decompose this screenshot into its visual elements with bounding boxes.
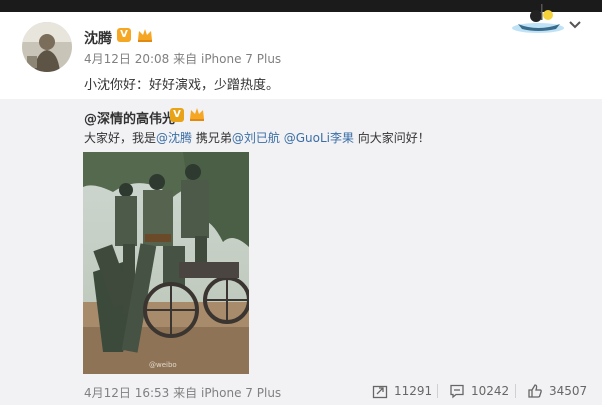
- post-meta: 4月12日 20:08 来自 iPhone 7 Plus: [84, 50, 281, 67]
- comment-button[interactable]: 10242: [449, 382, 509, 400]
- comment-count: 10242: [471, 384, 510, 398]
- like-button[interactable]: 34507: [527, 382, 587, 400]
- repost-text-suffix: 向大家问好！: [353, 131, 430, 145]
- mention-link-2[interactable]: @刘已航: [232, 131, 280, 145]
- mention-link-3[interactable]: @GuoLi李果: [284, 131, 354, 145]
- post-text: 小沈你好：好好演戏，少蹭热度。: [84, 78, 280, 93]
- repost-meta: 4月12日 16:53 来自 iPhone 7 Plus: [84, 384, 281, 401]
- repost-text: 大家好，我是@沈腾 携兄弟@刘已航 @GuoLi李果 向大家问好！: [84, 129, 430, 146]
- repost-icon: [372, 385, 388, 399]
- like-icon: [528, 384, 542, 398]
- repost-via: 来自: [173, 386, 198, 400]
- mention-link-1[interactable]: @沈腾: [156, 131, 192, 145]
- repost-author-name[interactable]: @深情的高伟光: [84, 108, 175, 127]
- action-divider: [515, 384, 516, 398]
- action-divider: [437, 384, 438, 398]
- repost-count: 11291: [394, 384, 433, 398]
- verified-icon: V: [117, 28, 131, 42]
- post-device[interactable]: iPhone 7 Plus: [201, 52, 281, 66]
- post-time[interactable]: 4月12日 20:08: [84, 52, 169, 66]
- repost-photo[interactable]: @weibo: [83, 152, 249, 374]
- chevron-down-icon[interactable]: [568, 20, 582, 30]
- repost-crown-icon: [190, 108, 204, 121]
- post-via: 来自: [173, 52, 198, 66]
- crown-icon: [138, 29, 152, 42]
- repost-verified-icon: V: [170, 108, 184, 122]
- svg-text:@weibo: @weibo: [149, 361, 177, 369]
- repost-text-mid: 携兄弟: [192, 131, 232, 145]
- like-count: 34507: [549, 384, 588, 398]
- boat-decoration-icon: [512, 4, 564, 33]
- comment-icon: [450, 384, 464, 399]
- repost-device[interactable]: iPhone 7 Plus: [201, 386, 281, 400]
- avatar[interactable]: [22, 22, 72, 72]
- author-name[interactable]: 沈腾: [84, 28, 112, 48]
- repost-text-prefix: 大家好，我是: [84, 131, 157, 145]
- repost-time[interactable]: 4月12日 16:53: [84, 386, 169, 400]
- repost-button[interactable]: 11291: [372, 382, 432, 400]
